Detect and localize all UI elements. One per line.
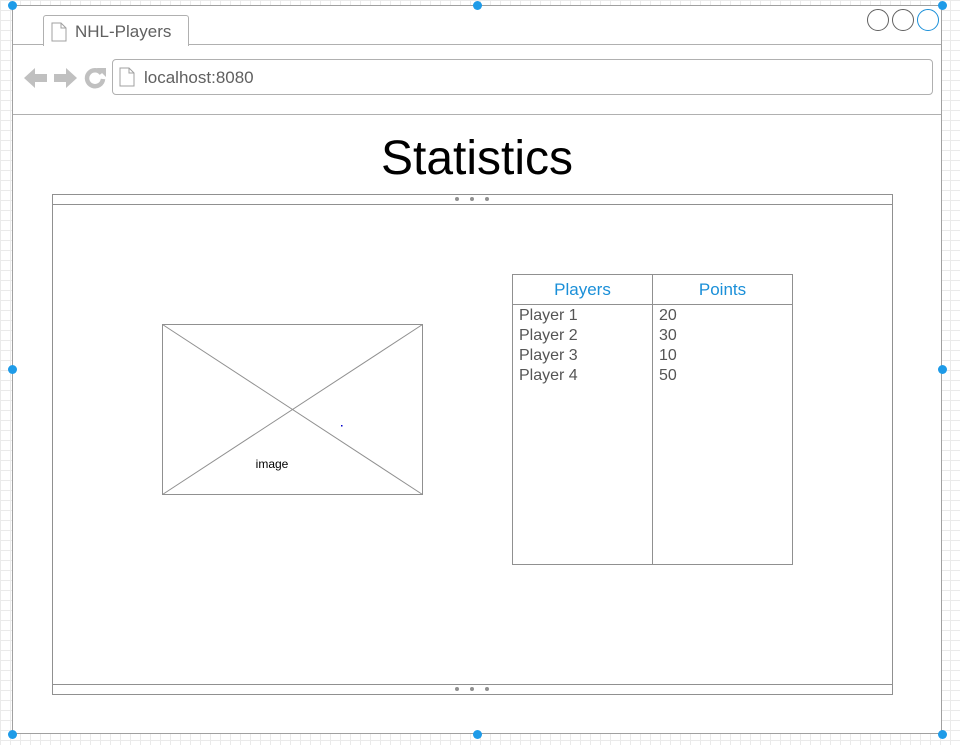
panel-top-bar [53, 195, 892, 205]
player-name: Player 3 [519, 347, 578, 364]
selection-handle[interactable] [8, 730, 17, 739]
table-header-row: Players Points [512, 274, 793, 305]
refresh-icon[interactable] [83, 66, 107, 90]
document-icon [119, 67, 135, 87]
content-panel: image Players Points Player 1 Player 2 P… [52, 194, 893, 695]
player-name: Player 1 [519, 307, 578, 324]
table-body-row: Player 1 Player 2 Player 3 Player 4 20 3… [512, 304, 793, 565]
player-points: 50 [659, 367, 677, 384]
player-name: Player 2 [519, 327, 578, 344]
window-button-icon[interactable] [892, 9, 914, 31]
player-points: 10 [659, 347, 677, 364]
window-button-icon[interactable] [917, 9, 939, 31]
selection-handle[interactable] [8, 1, 17, 10]
forward-arrow-icon[interactable] [53, 67, 77, 89]
player-points: 30 [659, 327, 677, 344]
header-divider [13, 114, 941, 115]
address-bar[interactable]: localhost:8080 [112, 59, 933, 95]
tab-title: NHL-Players [75, 22, 172, 41]
players-column-header[interactable]: Players [512, 274, 653, 305]
browser-tab[interactable]: NHL-Players [43, 15, 189, 46]
stats-table: Players Points Player 1 Player 2 Player … [512, 274, 793, 565]
document-icon [51, 22, 67, 42]
page-title: Statistics [380, 132, 574, 185]
back-arrow-icon[interactable] [24, 67, 48, 89]
selection-handle[interactable] [938, 1, 947, 10]
window-button-icon[interactable] [867, 9, 889, 31]
player-name: Player 4 [519, 367, 578, 384]
players-column: Player 1 Player 2 Player 3 Player 4 [512, 304, 653, 565]
selection-handle[interactable] [473, 730, 482, 739]
selection-handle[interactable] [938, 730, 947, 739]
player-points: 20 [659, 307, 677, 324]
more-dots-icon[interactable] [455, 687, 489, 692]
browser-window-mockup: NHL-Players localhost:8080 Statistics im… [12, 5, 942, 734]
image-label: image [254, 457, 290, 471]
image-placeholder: image [162, 324, 423, 495]
url-text: localhost:8080 [144, 68, 254, 87]
selection-handle[interactable] [938, 365, 947, 374]
selection-handle[interactable] [473, 1, 482, 10]
points-column-header[interactable]: Points [652, 274, 793, 305]
panel-bottom-bar [53, 684, 892, 694]
points-column: 20 30 10 50 [652, 304, 793, 565]
more-dots-icon[interactable] [455, 197, 489, 202]
selection-handle[interactable] [8, 365, 17, 374]
image-placeholder-cross [162, 324, 423, 495]
